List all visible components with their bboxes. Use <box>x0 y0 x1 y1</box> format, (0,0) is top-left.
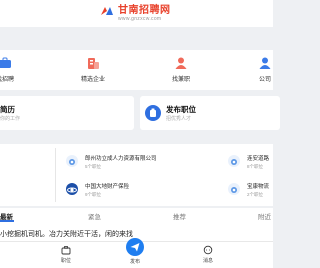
company-name: 郎州功立成人力资源有限公司 <box>85 156 157 162</box>
person-icon <box>175 57 187 69</box>
resume-card-title: 简历 <box>0 105 15 114</box>
divider <box>55 148 56 202</box>
tab-urgent[interactable]: 紧急 <box>88 211 101 221</box>
logo-title: 甘南招聘网 <box>118 5 171 16</box>
resume-card[interactable]: 简历 你的工作 <box>0 96 134 130</box>
resume-card-subtitle: 你的工作 <box>0 116 21 122</box>
company-item[interactable]: 连安道路 8个职位 <box>228 152 288 174</box>
nav-label: 精选企业 <box>80 77 105 83</box>
nav-item-part-time[interactable]: 找兼职 <box>156 56 206 83</box>
post-job-card-subtitle: 招优秀人才 <box>166 116 192 122</box>
bottom-nav-label: 职位 <box>60 258 71 264</box>
user-icon <box>259 57 271 69</box>
nav-item-featured-companies[interactable]: 精选企业 <box>68 56 118 83</box>
post-job-card-title: 发布职位 <box>166 105 196 114</box>
company-logo-icon <box>66 183 78 195</box>
post-job-icon <box>145 105 161 121</box>
briefcase-icon <box>61 246 71 255</box>
company-job-count: 2个职位 <box>247 192 264 197</box>
nav-label: 公司 <box>258 77 271 83</box>
tab-recommended[interactable]: 推荐 <box>173 211 186 221</box>
company-logo-icon <box>228 183 240 195</box>
nav-label: 找招聘 <box>0 77 14 83</box>
company-item[interactable]: 中国大地财产保险 9个职位 <box>66 180 206 202</box>
company-job-count: 9个职位 <box>85 192 102 197</box>
bottom-nav-post-label: 发布 <box>129 259 140 265</box>
post-job-card[interactable]: 发布职位 招优秀人才 <box>140 96 280 130</box>
briefcase-icon <box>0 57 11 68</box>
bottom-nav-messages[interactable]: 消息 <box>196 245 220 264</box>
nav-label: 找兼职 <box>171 77 190 83</box>
company-item[interactable]: 郎州功立成人力资源有限公司 5个职位 <box>66 152 206 174</box>
logo-url: www.gnzxcw.com <box>118 16 162 22</box>
company-job-count: 8个职位 <box>247 164 264 169</box>
post-button[interactable] <box>126 238 144 256</box>
building-icon <box>88 58 99 69</box>
company-job-count: 5个职位 <box>85 164 102 169</box>
site-logo[interactable]: 甘南招聘网 www.gnzxcw.com <box>100 5 171 22</box>
nav-item-find-job[interactable]: 找招聘 <box>0 56 30 83</box>
send-icon <box>130 243 140 252</box>
app-header: 甘南招聘网 www.gnzxcw.com <box>0 0 273 27</box>
chat-bubble-icon <box>203 245 213 255</box>
bottom-nav: 职位 发布 消息 <box>0 238 273 268</box>
bottom-nav-label: 消息 <box>202 258 213 264</box>
job-filter-tabs: 最新 紧急 推荐 附近 <box>0 208 273 223</box>
company-name: 宝康物流 <box>247 184 270 190</box>
company-name: 连安道路 <box>247 156 270 162</box>
job-title: 小挖掘机司机。冶力关附近干活，闲的来找 <box>0 231 133 238</box>
nav-item-company[interactable]: 公司 <box>240 56 290 83</box>
bottom-nav-jobs[interactable]: 职位 <box>54 245 78 264</box>
company-logo-icon <box>66 155 78 167</box>
logo-icon <box>100 5 115 17</box>
company-name: 中国大地财产保险 <box>85 184 130 190</box>
company-logo-icon <box>228 155 240 167</box>
company-item[interactable]: 宝康物流 2个职位 <box>228 180 288 202</box>
category-nav: 找招聘 精选企业 找兼职 公司 <box>0 50 273 90</box>
tab-nearby[interactable]: 附近 <box>258 211 271 221</box>
